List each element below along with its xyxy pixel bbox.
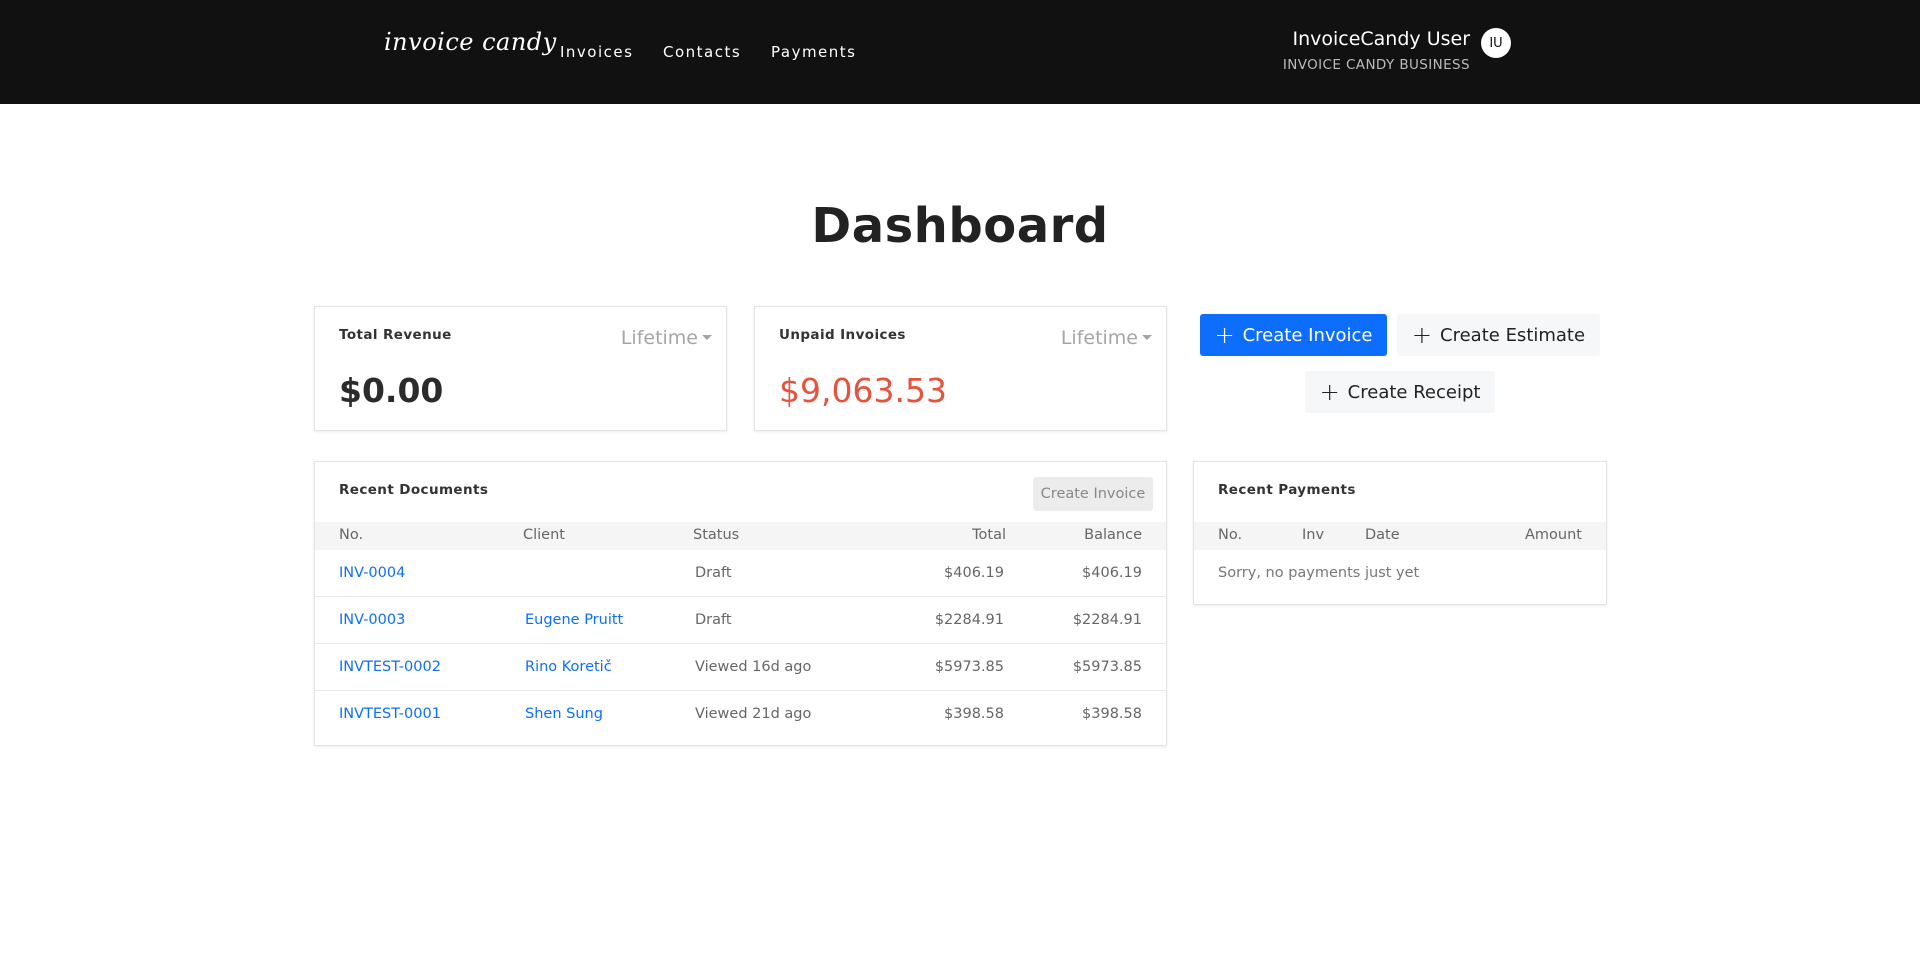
table-row[interactable]: INVTEST-0001 Shen Sung Viewed 21d ago $3… [315, 691, 1166, 738]
nav-payments[interactable]: Payments [771, 43, 856, 61]
doc-balance: $406.19 [1082, 565, 1142, 581]
table-row[interactable]: INV-0003 Eugene Pruitt Draft $2284.91 $2… [315, 597, 1166, 644]
col-total: Total [972, 527, 1006, 543]
user-name[interactable]: InvoiceCandy User [1292, 28, 1470, 50]
doc-total: $398.58 [944, 706, 1004, 722]
recent-payments-title: Recent Payments [1218, 482, 1356, 498]
create-invoice-button[interactable]: + Create Invoice [1200, 314, 1387, 356]
plus-icon: + [1411, 321, 1433, 349]
create-receipt-label: Create Receipt [1347, 381, 1481, 403]
total-revenue-card: Total Revenue Lifetime $0.00 [314, 306, 727, 431]
doc-client-link[interactable]: Eugene Pruitt [525, 612, 623, 628]
doc-total: $2284.91 [934, 612, 1004, 628]
create-invoice-small-button[interactable]: Create Invoice [1033, 477, 1153, 511]
col-inv: Inv [1302, 527, 1325, 543]
doc-client-link[interactable]: Shen Sung [525, 706, 603, 722]
create-estimate-button[interactable]: + Create Estimate [1397, 314, 1600, 356]
create-invoice-label: Create Invoice [1242, 324, 1373, 346]
doc-total: $406.19 [944, 565, 1004, 581]
unpaid-invoices-title: Unpaid Invoices [779, 327, 906, 343]
total-revenue-title: Total Revenue [339, 327, 452, 343]
unpaid-invoices-card: Unpaid Invoices Lifetime $9,063.53 [754, 306, 1167, 431]
doc-number-link[interactable]: INVTEST-0001 [339, 706, 441, 722]
col-amount: Amount [1525, 527, 1582, 543]
col-balance: Balance [1084, 527, 1142, 543]
doc-number-link[interactable]: INVTEST-0002 [339, 659, 441, 675]
doc-status: Draft [695, 612, 732, 628]
col-date: Date [1365, 527, 1400, 543]
recent-documents-title: Recent Documents [339, 482, 489, 498]
unpaid-period-dropdown[interactable]: Lifetime [1061, 327, 1152, 349]
avatar[interactable]: IU [1481, 28, 1511, 58]
doc-status: Viewed 21d ago [695, 706, 812, 722]
recent-documents-card: Recent Documents Create Invoice No. Clie… [314, 461, 1167, 746]
doc-client-link[interactable]: Rino Koretič [525, 659, 612, 675]
documents-table-header: No. Client Status Total Balance [315, 522, 1166, 550]
doc-number-link[interactable]: INV-0003 [339, 612, 405, 628]
unpaid-invoices-amount: $9,063.53 [779, 371, 947, 410]
doc-balance: $2284.91 [1072, 612, 1142, 628]
caret-down-icon [1142, 334, 1152, 340]
revenue-period-dropdown[interactable]: Lifetime [621, 327, 712, 349]
col-status: Status [693, 527, 740, 543]
plus-icon: + [1319, 378, 1340, 406]
table-row[interactable]: INVTEST-0002 Rino Koretič Viewed 16d ago… [315, 644, 1166, 691]
top-navbar: invoice candy Invoices Contacts Payments… [0, 0, 1920, 104]
create-receipt-button[interactable]: + Create Receipt [1305, 371, 1495, 413]
table-row[interactable]: INV-0004 Draft $406.19 $406.19 [315, 550, 1166, 597]
page-title: Dashboard [811, 198, 1109, 254]
recent-payments-card: Recent Payments No. Inv Date Amount Sorr… [1193, 461, 1607, 605]
col-client: Client [523, 527, 565, 543]
col-no: No. [1218, 527, 1243, 543]
doc-status: Viewed 16d ago [695, 659, 812, 675]
nav-invoices[interactable]: Invoices [560, 43, 633, 61]
unpaid-period-label: Lifetime [1060, 327, 1138, 349]
plus-icon: + [1214, 321, 1235, 349]
doc-status: Draft [695, 565, 732, 581]
caret-down-icon [702, 334, 712, 340]
total-revenue-amount: $0.00 [339, 371, 444, 410]
create-estimate-label: Create Estimate [1440, 324, 1586, 346]
doc-number-link[interactable]: INV-0004 [339, 565, 405, 581]
nav-contacts[interactable]: Contacts [663, 43, 741, 61]
business-name: INVOICE CANDY BUSINESS [1282, 57, 1470, 73]
doc-balance: $5973.85 [1072, 659, 1142, 675]
doc-balance: $398.58 [1082, 706, 1142, 722]
doc-total: $5973.85 [934, 659, 1004, 675]
col-no: No. [339, 527, 364, 543]
app-logo[interactable]: invoice candy [384, 28, 557, 56]
payments-table-header: No. Inv Date Amount [1194, 522, 1606, 550]
revenue-period-label: Lifetime [620, 327, 698, 349]
no-payments-message: Sorry, no payments just yet [1218, 565, 1420, 581]
